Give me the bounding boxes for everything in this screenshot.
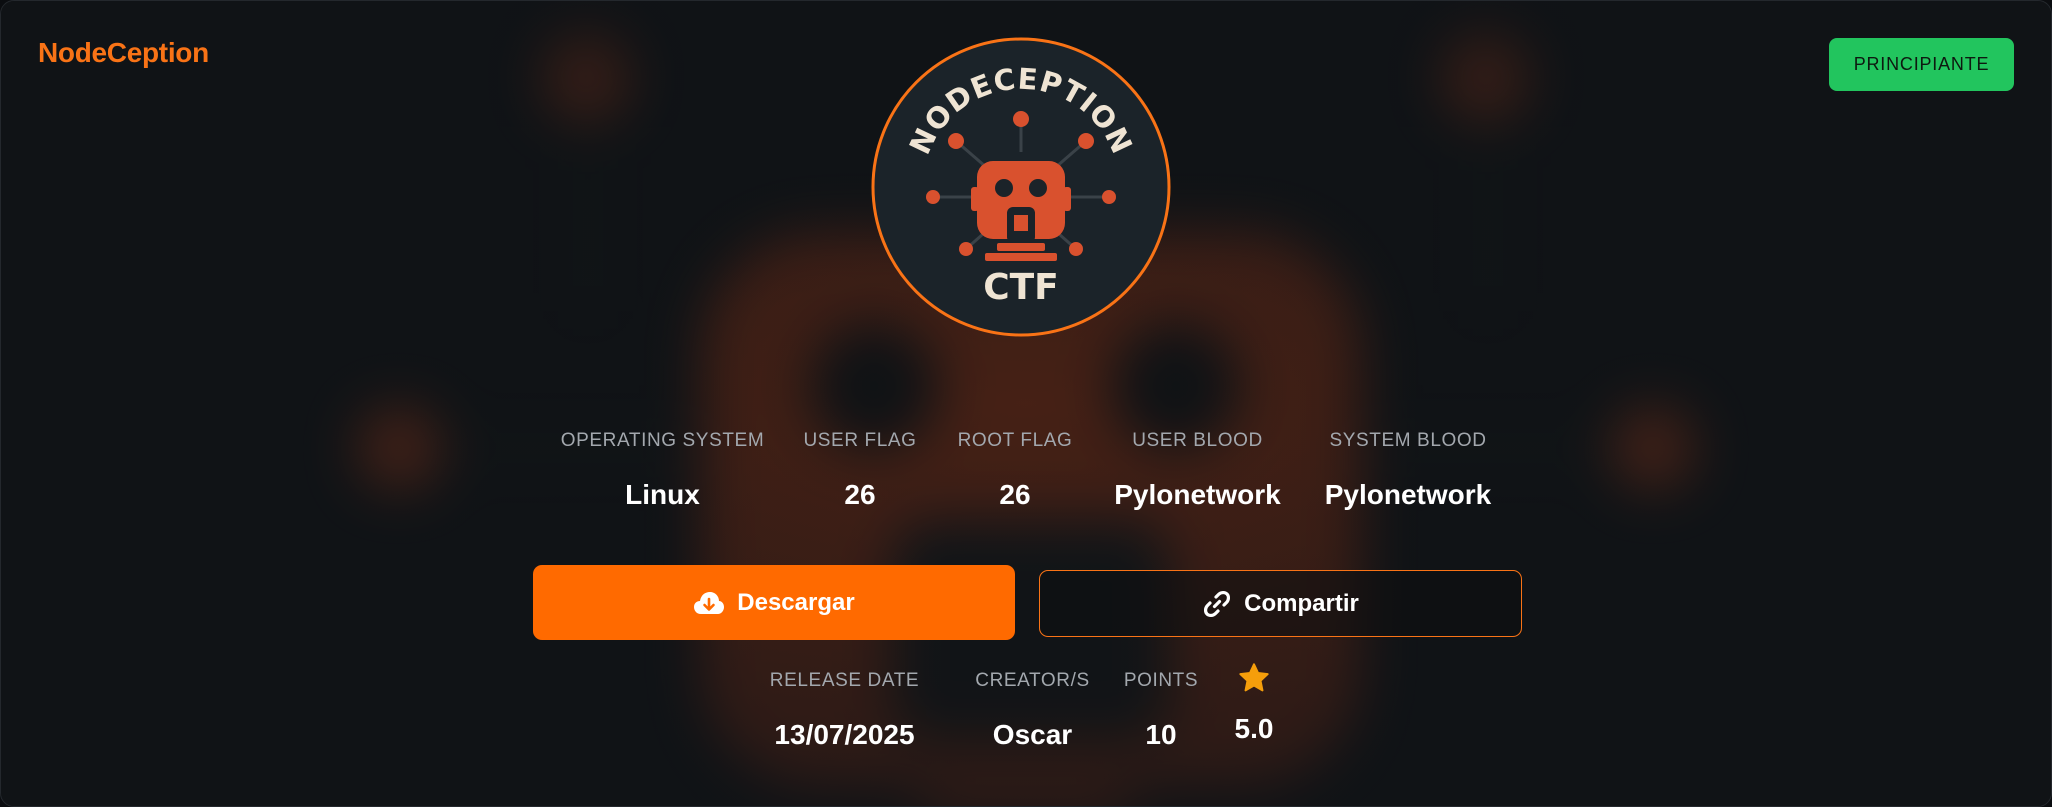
difficulty-badge: PRINCIPIANTE bbox=[1829, 38, 2014, 91]
download-button[interactable]: Descargar bbox=[533, 565, 1015, 640]
star-icon bbox=[1239, 663, 1269, 692]
stat-label: CREATOR/S bbox=[975, 670, 1090, 691]
stat-value: Pylonetwork bbox=[1324, 479, 1492, 510]
stat-system-blood: SYSTEM BLOOD Pylonetwork bbox=[1321, 429, 1495, 511]
stat-value: 13/07/2025 bbox=[774, 719, 915, 750]
stat-value: Oscar bbox=[992, 719, 1073, 750]
stat-value: 10 bbox=[1145, 719, 1177, 750]
machine-stats: OPERATING SYSTEM Linux USER FLAG 26 ROOT… bbox=[561, 429, 1495, 511]
stat-user-flag: USER FLAG 26 bbox=[764, 429, 956, 511]
stat-label: RELEASE DATE bbox=[769, 670, 920, 691]
stat-label: ROOT FLAG bbox=[957, 430, 1073, 451]
link-icon bbox=[1204, 590, 1231, 617]
stat-operating-system: OPERATING SYSTEM Linux bbox=[561, 429, 764, 511]
stat-root-flag: ROOT FLAG 26 bbox=[956, 429, 1074, 511]
stat-value: 26 bbox=[999, 479, 1031, 510]
share-button[interactable]: Compartir bbox=[1039, 570, 1522, 637]
stat-label: USER FLAG bbox=[803, 430, 917, 451]
stat-creator: CREATOR/S Oscar bbox=[959, 669, 1106, 751]
machine-card: NodeCeption PRINCIPIANTE NODECEPTION CTF… bbox=[0, 0, 2052, 807]
stat-value: 26 bbox=[844, 479, 876, 510]
stat-value: Pylonetwork bbox=[1114, 479, 1281, 510]
stat-value: Linux bbox=[625, 479, 700, 510]
stat-release-date: RELEASE DATE 13/07/2025 bbox=[763, 669, 926, 751]
share-label: Compartir bbox=[1244, 589, 1359, 617]
machine-logo: NODECEPTION CTF bbox=[871, 37, 1171, 337]
stat-user-blood: USER BLOOD Pylonetwork bbox=[1074, 429, 1321, 511]
logo-bottom-text: CTF bbox=[983, 267, 1059, 308]
meta-stats: RELEASE DATE 13/07/2025 CREATOR/S Oscar … bbox=[763, 663, 1284, 751]
stat-label: SYSTEM BLOOD bbox=[1329, 430, 1487, 451]
stat-label: OPERATING SYSTEM bbox=[560, 430, 765, 451]
download-label: Descargar bbox=[737, 588, 855, 616]
rating-value: 5.0 bbox=[1234, 713, 1274, 744]
stat-label: USER BLOOD bbox=[1132, 430, 1263, 451]
stat-rating: 5.0 bbox=[1224, 663, 1284, 751]
cloud-download-icon bbox=[694, 591, 725, 614]
brand-title[interactable]: NodeCeption bbox=[38, 37, 209, 69]
stat-label: POINTS bbox=[1123, 670, 1199, 691]
stat-points: POINTS 10 bbox=[1116, 669, 1206, 751]
